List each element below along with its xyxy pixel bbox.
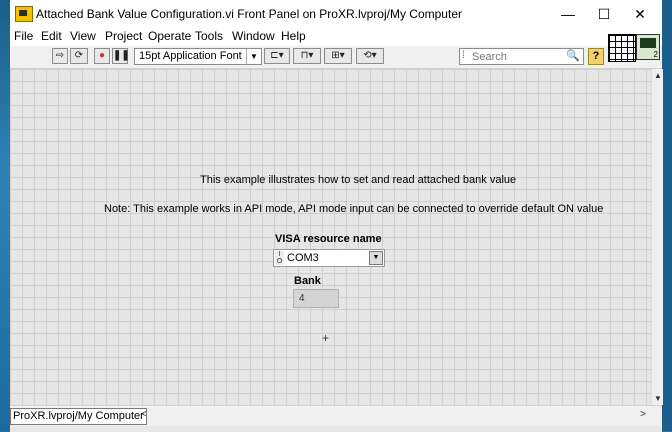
visa-resource-control[interactable]: IO COM3 ▼ [273, 249, 385, 267]
bank-label: Bank [294, 275, 321, 287]
menu-view[interactable]: View [70, 29, 96, 43]
menu-help[interactable]: Help [281, 29, 306, 43]
menu-project[interactable]: Project [105, 29, 142, 43]
toolbar: ⇨ ⟳ ● ❚❚ 15pt Application Font ▼ ⊏▾ ⊓▾ ⊞… [10, 46, 662, 69]
maximize-button[interactable]: ☐ [585, 0, 623, 28]
run-arrow-icon[interactable]: ⇨ [52, 48, 68, 64]
desktop-background-right [662, 0, 672, 431]
pause-icon[interactable]: ❚❚ [112, 48, 130, 64]
font-select[interactable]: 15pt Application Font ▼ [134, 48, 262, 65]
labview-window: Attached Bank Value Configuration.vi Fro… [10, 0, 663, 432]
vertical-scrollbar[interactable]: ▲ ▼ [651, 69, 663, 405]
visa-resource-label: VISA resource name [275, 233, 382, 245]
abort-icon[interactable]: ● [94, 48, 110, 64]
bank-indicator: 4 [293, 289, 339, 308]
scroll-left-icon[interactable]: < [141, 409, 147, 420]
window-title: Attached Bank Value Configuration.vi Fro… [36, 7, 462, 21]
chevron-down-icon[interactable]: ▼ [369, 251, 383, 265]
reorder-icon[interactable]: ⟲▾ [356, 48, 384, 64]
front-panel[interactable]: This example illustrates how to set and … [10, 69, 651, 405]
vi-icon[interactable]: 2 [636, 34, 660, 60]
menu-operate[interactable]: Operate [148, 29, 191, 43]
visa-resource-value: COM3 [287, 252, 319, 264]
crosshair-cursor-icon: + [322, 331, 330, 345]
search-input[interactable] [472, 50, 562, 63]
desktop-background-left [0, 0, 10, 431]
scroll-up-icon[interactable]: ▲ [654, 71, 662, 80]
io-tag-icon: IO [275, 251, 284, 265]
scroll-right-icon[interactable]: > [640, 409, 646, 420]
status-bar: ProXR.lvproj/My Computer < > [10, 405, 662, 432]
menu-file[interactable]: File [14, 29, 33, 43]
align-objects-icon[interactable]: ⊏▾ [264, 48, 290, 64]
search-prefix-icon: ⁞ [462, 50, 465, 61]
resize-objects-icon[interactable]: ⊞▾ [324, 48, 352, 64]
project-path[interactable]: ProXR.lvproj/My Computer [10, 408, 147, 425]
horizontal-scrollbar-track[interactable] [10, 426, 662, 432]
menu-bar: File Edit View Project Operate Tools Win… [10, 28, 662, 46]
menu-edit[interactable]: Edit [41, 29, 62, 43]
title-bar[interactable]: Attached Bank Value Configuration.vi Fro… [10, 0, 662, 28]
distribute-objects-icon[interactable]: ⊓▾ [293, 48, 321, 64]
menu-window[interactable]: Window [232, 29, 275, 43]
scroll-down-icon[interactable]: ▼ [654, 394, 662, 403]
connector-pane-icon[interactable] [608, 34, 636, 62]
close-button[interactable]: ✕ [621, 0, 659, 28]
context-help-button[interactable]: ? [588, 48, 604, 65]
chevron-down-icon[interactable]: ▼ [246, 49, 261, 64]
menu-tools[interactable]: Tools [195, 29, 223, 43]
description-text: This example illustrates how to set and … [200, 174, 517, 186]
search-field[interactable]: ⁞ 🔍 [459, 48, 584, 65]
minimize-button[interactable]: — [549, 0, 587, 28]
labview-app-icon [15, 6, 33, 22]
note-text: Note: This example works in API mode, AP… [104, 203, 604, 215]
bank-value: 4 [299, 293, 305, 304]
run-continuously-icon[interactable]: ⟳ [70, 48, 88, 64]
search-icon[interactable]: 🔍 [566, 49, 580, 62]
font-select-value: 15pt Application Font [139, 50, 242, 62]
